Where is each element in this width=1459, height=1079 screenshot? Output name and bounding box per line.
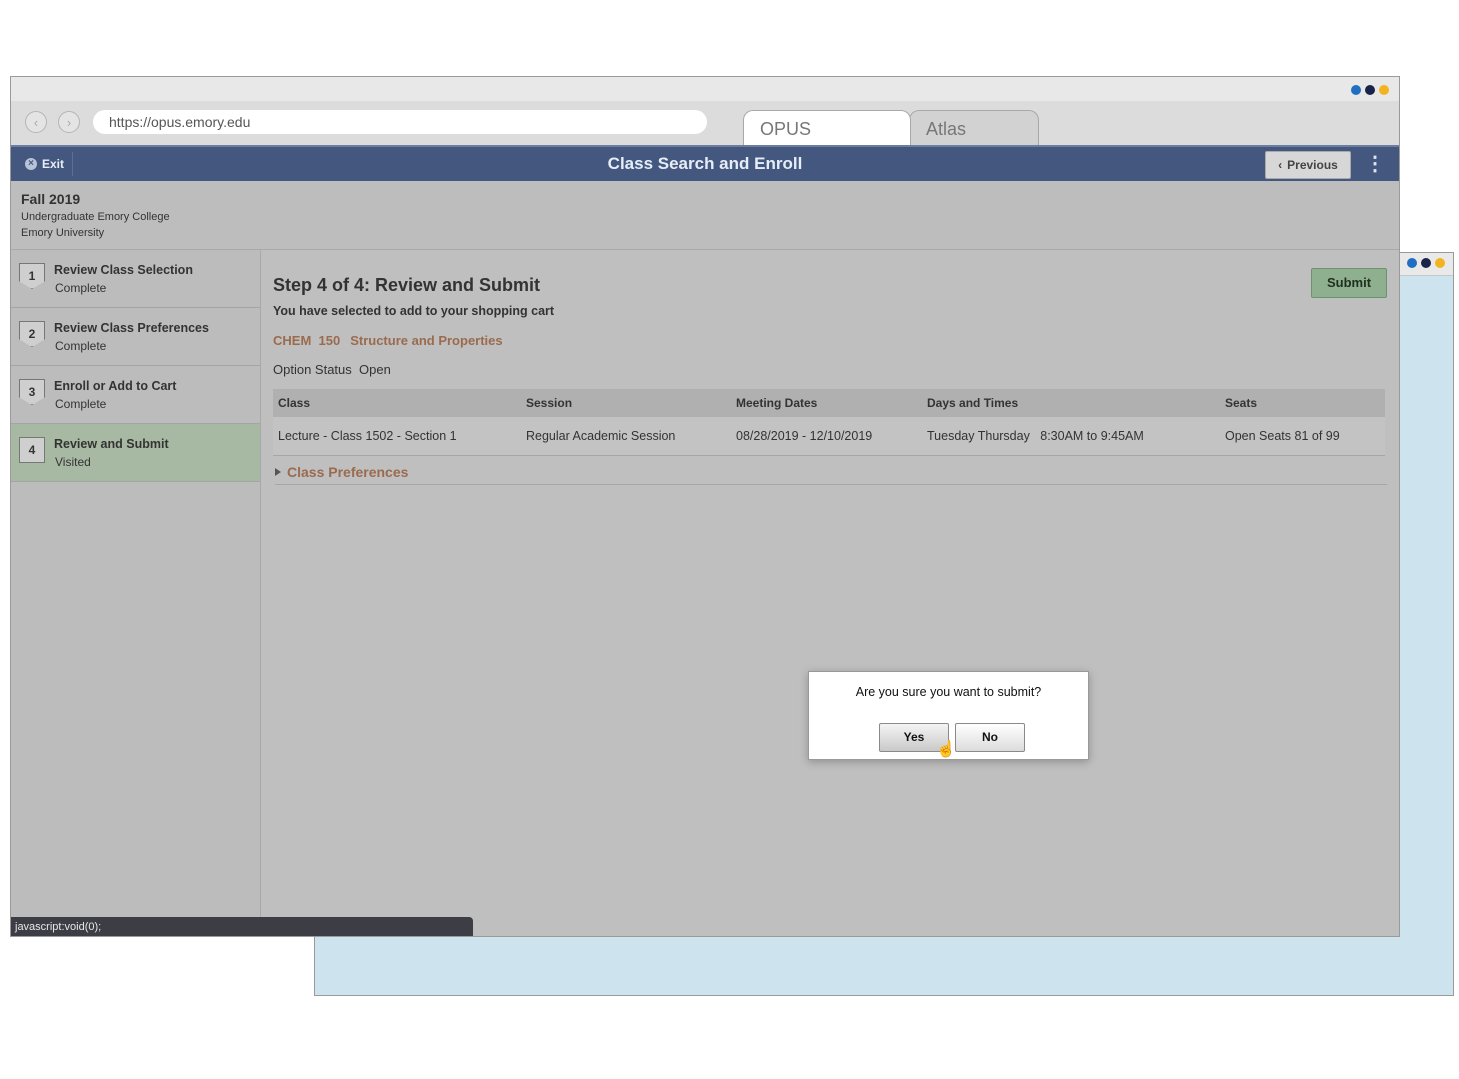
- step-status: Visited: [55, 455, 91, 469]
- step-number: 2: [19, 321, 45, 347]
- column-header-class: Class: [273, 389, 521, 417]
- cell-session: Regular Academic Session: [521, 417, 731, 456]
- step-label: Enroll or Add to Cart: [54, 379, 177, 393]
- browser-titlebar: [11, 77, 1399, 101]
- option-status: Option Status Open: [273, 362, 391, 377]
- column-header-meeting-dates: Meeting Dates: [731, 389, 922, 417]
- step-label: Review Class Selection: [54, 263, 193, 277]
- sidebar-step-3[interactable]: 3 Enroll or Add to Cart Complete: [11, 366, 260, 424]
- option-status-value: Open: [359, 362, 391, 377]
- step-status: Complete: [55, 339, 107, 353]
- step-status: Complete: [55, 397, 107, 411]
- window-controls: [1351, 85, 1389, 95]
- previous-label: Previous: [1287, 158, 1338, 172]
- step-number: 4: [19, 437, 45, 463]
- step-status: Complete: [55, 281, 107, 295]
- step-number: 3: [19, 379, 45, 405]
- tab-atlas[interactable]: Atlas: [909, 110, 1039, 145]
- cell-seats: Open Seats 81 of 99: [1220, 417, 1385, 456]
- term-info: Fall 2019 Undergraduate Emory College Em…: [11, 181, 1399, 250]
- course-heading: CHEM 150 Structure and Properties: [273, 333, 513, 348]
- step-number: 1: [19, 263, 45, 289]
- dialog-message: Are you sure you want to submit?: [855, 685, 1042, 699]
- window-dot-gold-icon[interactable]: [1379, 85, 1389, 95]
- window-dot-blue-icon[interactable]: [1407, 258, 1417, 268]
- page-title: Class Search and Enroll: [607, 154, 803, 173]
- step-label: Review and Submit: [54, 437, 169, 451]
- sidebar-step-2[interactable]: 2 Review Class Preferences Complete: [11, 308, 260, 366]
- status-bar: javascript:void(0);: [11, 917, 473, 936]
- background-window-controls: [1407, 258, 1445, 268]
- browser-toolbar: ‹ › https://opus.emory.edu OPUS Atlas: [11, 101, 1399, 145]
- app-header: × Exit Class Search and Enroll ‹ Previou…: [11, 145, 1399, 183]
- browser-window: ‹ › https://opus.emory.edu OPUS Atlas × …: [10, 76, 1400, 937]
- previous-button[interactable]: ‹ Previous: [1265, 151, 1351, 179]
- term-name: Fall 2019: [21, 191, 81, 207]
- option-status-label: Option Status: [273, 362, 352, 377]
- sidebar-step-1[interactable]: 1 Review Class Selection Complete: [11, 250, 260, 308]
- column-header-seats: Seats: [1220, 389, 1385, 417]
- main-content: Step 4 of 4: Review and Submit Submit Yo…: [261, 250, 1399, 936]
- address-bar[interactable]: https://opus.emory.edu: [93, 110, 707, 134]
- term-institution: Emory University: [21, 227, 105, 239]
- course-code: CHEM 150: [273, 333, 341, 348]
- class-preferences-toggle[interactable]: Class Preferences: [275, 464, 1387, 485]
- window-dot-navy-icon[interactable]: [1365, 85, 1375, 95]
- chevron-right-icon[interactable]: ›: [58, 111, 80, 133]
- confirm-dialog: Are you sure you want to submit? Yes No …: [808, 671, 1089, 760]
- table-row: Lecture - Class 1502 - Section 1 Regular…: [273, 417, 1385, 456]
- window-dot-blue-icon[interactable]: [1351, 85, 1361, 95]
- column-header-days-times: Days and Times: [922, 389, 1220, 417]
- cell-meeting-dates: 08/28/2019 - 12/10/2019: [731, 417, 922, 456]
- class-preferences-label: Class Preferences: [287, 464, 409, 480]
- triangle-right-icon: [275, 468, 281, 476]
- step-label: Review Class Preferences: [54, 321, 209, 335]
- term-career: Undergraduate Emory College: [21, 211, 170, 223]
- cell-days-times: Tuesday Thursday 8:30AM to 9:45AM: [922, 417, 1220, 456]
- window-dot-gold-icon[interactable]: [1435, 258, 1445, 268]
- tab-opus[interactable]: OPUS: [743, 110, 911, 145]
- submit-button[interactable]: Submit: [1311, 268, 1387, 298]
- sidebar-step-4[interactable]: 4 Review and Submit Visited: [11, 424, 260, 482]
- more-options-icon[interactable]: ⋮: [1365, 153, 1385, 175]
- hand-pointer-icon: ☝: [936, 741, 956, 758]
- class-table: Class Session Meeting Dates Days and Tim…: [273, 389, 1385, 456]
- window-dot-navy-icon[interactable]: [1421, 258, 1431, 268]
- chevron-left-icon[interactable]: ‹: [25, 111, 47, 133]
- cart-message: You have selected to add to your shoppin…: [273, 304, 555, 318]
- step-sidebar: 1 Review Class Selection Complete 2 Revi…: [11, 250, 261, 936]
- step-title: Step 4 of 4: Review and Submit: [273, 275, 541, 295]
- no-button[interactable]: No: [955, 723, 1025, 752]
- cell-class: Lecture - Class 1502 - Section 1: [273, 417, 521, 456]
- column-header-session: Session: [521, 389, 731, 417]
- course-title: Structure and Properties: [350, 333, 503, 348]
- chevron-left-icon: ‹: [1278, 158, 1283, 172]
- table-header-row: Class Session Meeting Dates Days and Tim…: [273, 389, 1385, 417]
